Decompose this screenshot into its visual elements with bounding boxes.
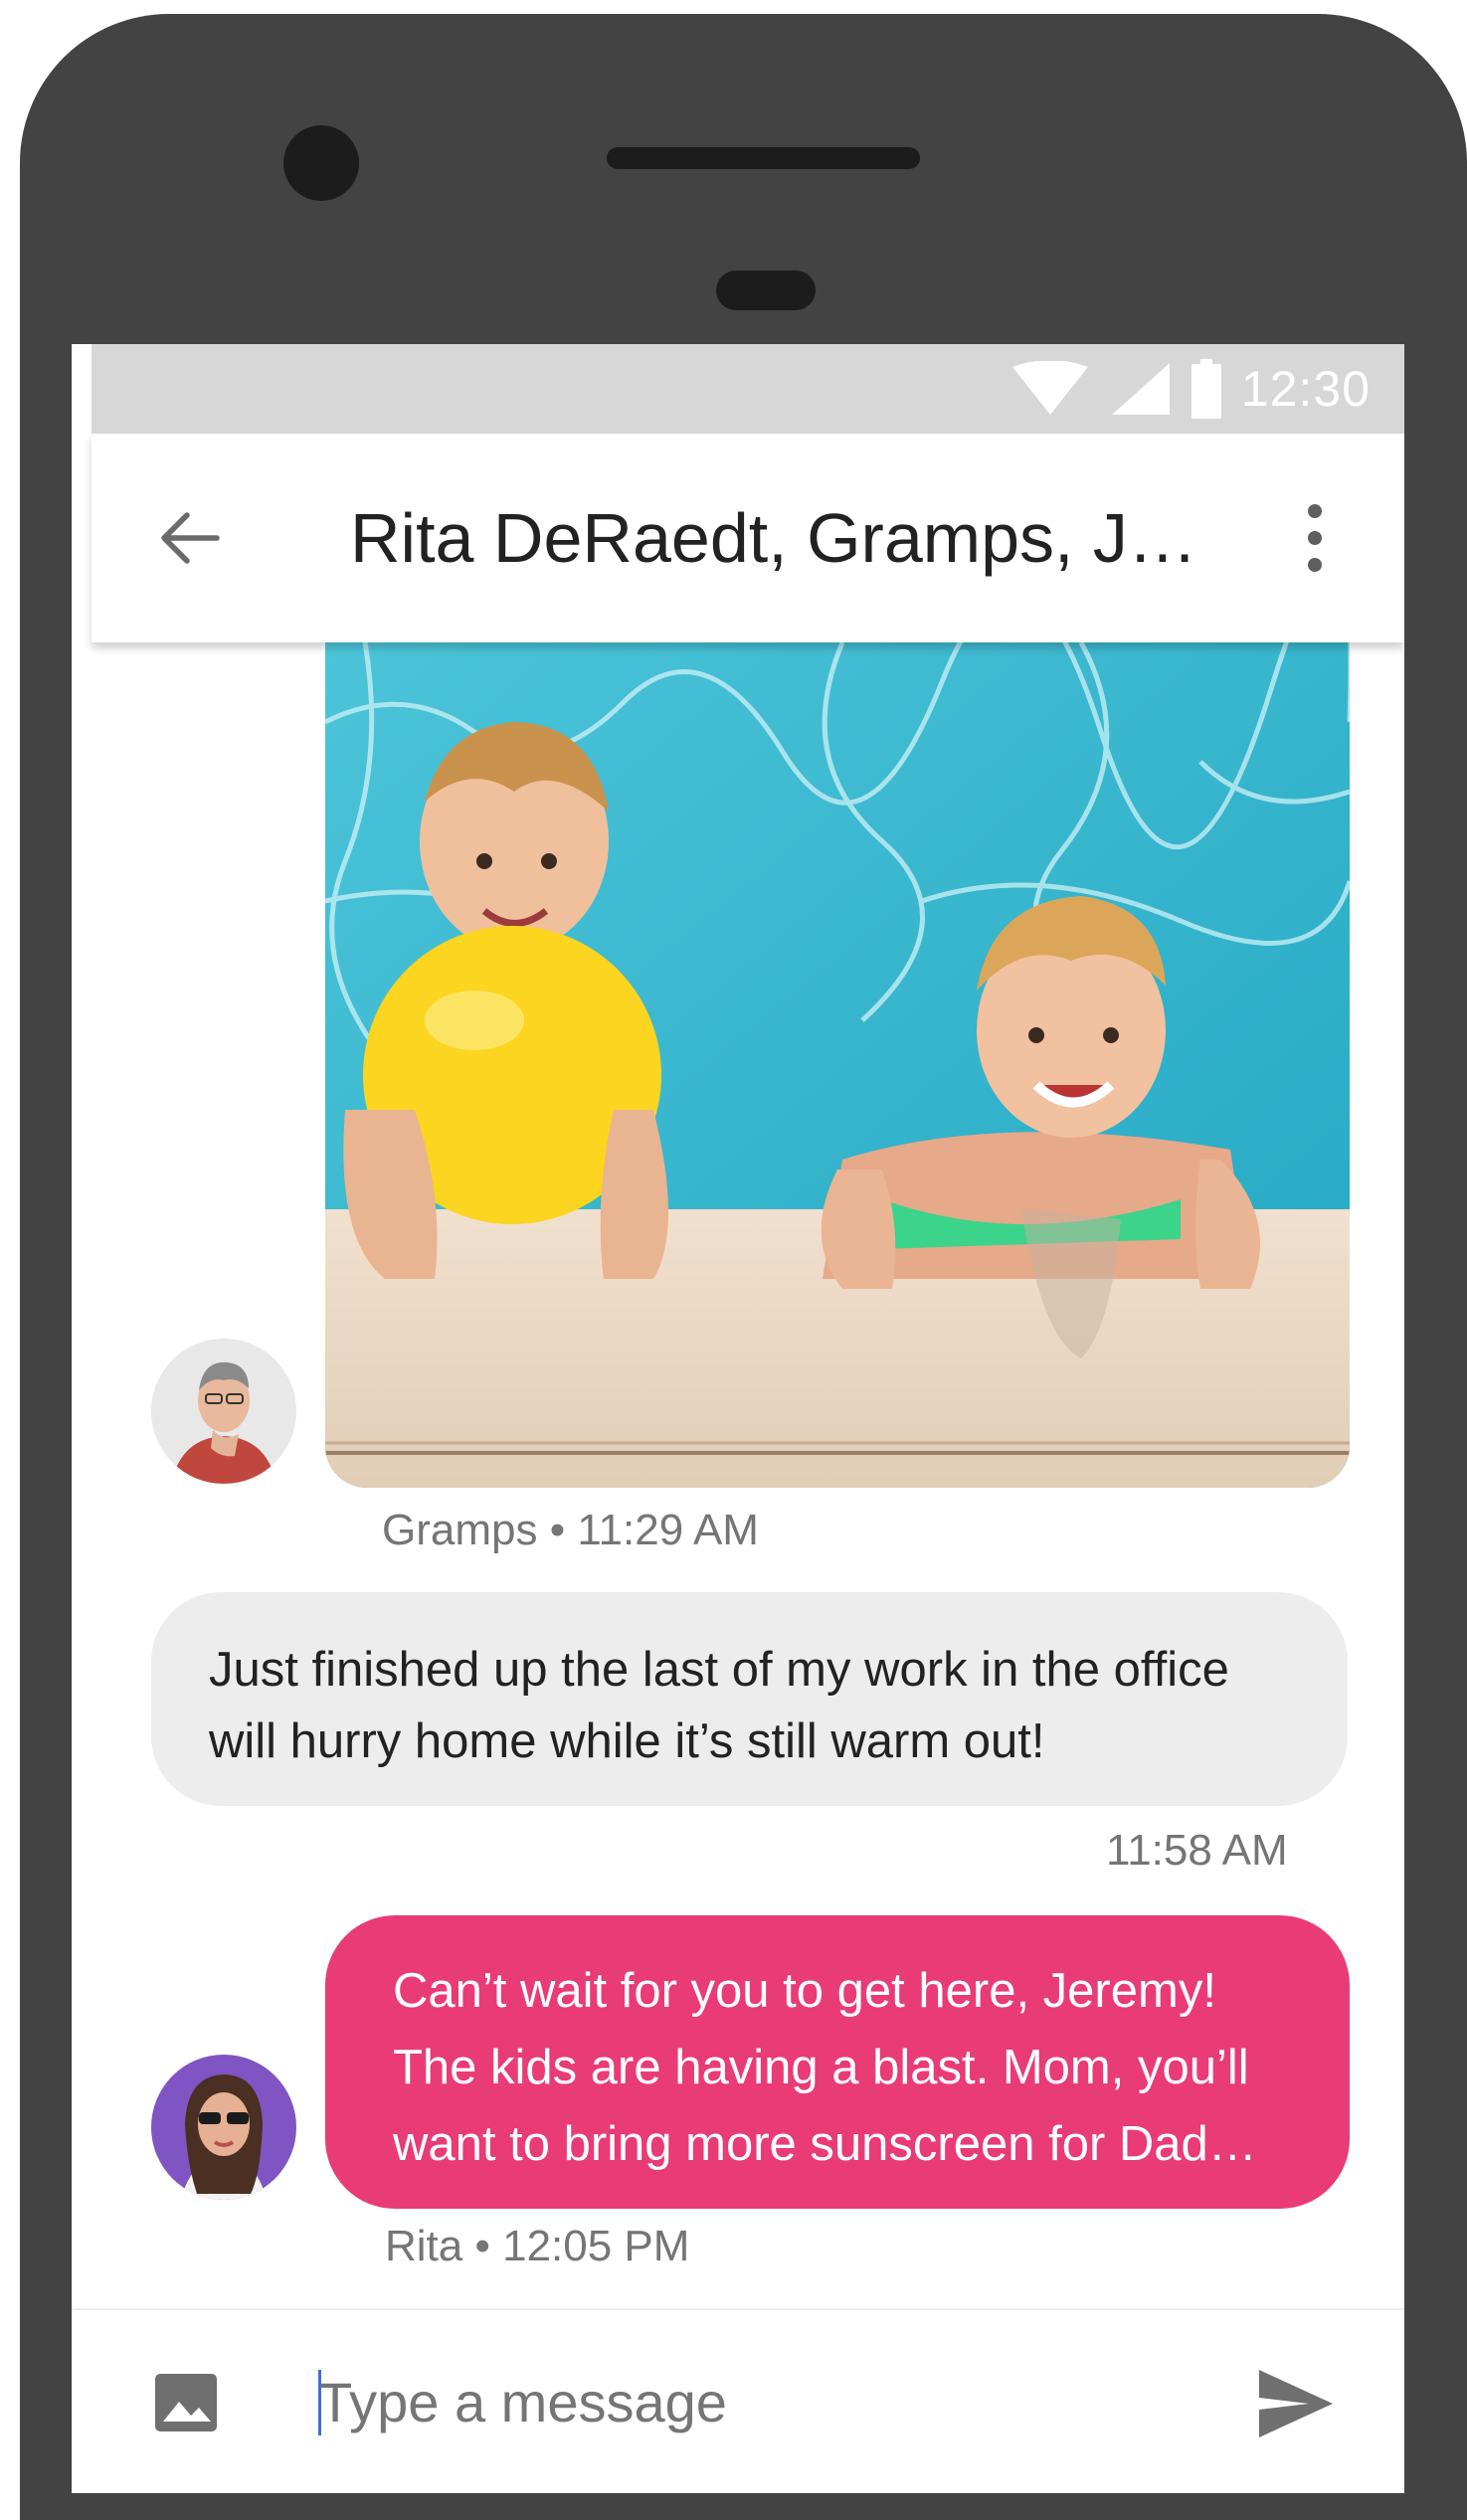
message-timestamp: 11:58 AM [1106,1826,1288,1875]
incoming-message-bubble[interactable]: Just finished up the last of my work in … [151,1592,1348,1806]
message-text: Just finished up the last of my work in … [209,1643,1229,1768]
gramps-avatar[interactable] [151,1339,296,1484]
rita-avatar[interactable] [151,2055,296,2200]
text-cursor [318,2370,321,2435]
proximity-sensor [716,270,816,310]
message-meta: Rita • 12:05 PM [385,2222,690,2270]
phone-screen: 12:30 Rita DeRaedt, Gramps, J… Gramps • … [72,344,1404,2493]
front-camera [283,125,359,201]
message-input[interactable] [318,2354,1213,2449]
message-thread: Gramps • 11:29 AM Just finished up the l… [72,642,1404,2308]
shared-photo[interactable] [325,642,1350,1488]
message-text: Can’t wait for you to get here, Jeremy! … [393,1964,1257,2171]
status-time: 12:30 [1240,361,1371,417]
app-bar: Rita DeRaedt, Gramps, J… [92,434,1404,642]
wifi-icon [1011,361,1088,415]
send-icon[interactable] [1255,2366,1335,2441]
more-vert-icon[interactable] [1285,493,1345,583]
battery-icon [1191,359,1221,419]
conversation-title[interactable]: Rita DeRaedt, Gramps, J… [350,493,1275,583]
status-bar: 12:30 [92,344,1404,434]
compose-bar [72,2308,1404,2493]
outgoing-message-bubble[interactable]: Can’t wait for you to get here, Jeremy! … [325,1915,1350,2209]
arrow-back-icon[interactable] [147,495,233,581]
message-meta: Gramps • 11:29 AM [382,1506,759,1554]
earpiece-speaker [607,147,920,169]
pool-photo-image [325,642,1350,1488]
image-icon[interactable] [151,2368,221,2437]
signal-icon [1111,363,1170,415]
